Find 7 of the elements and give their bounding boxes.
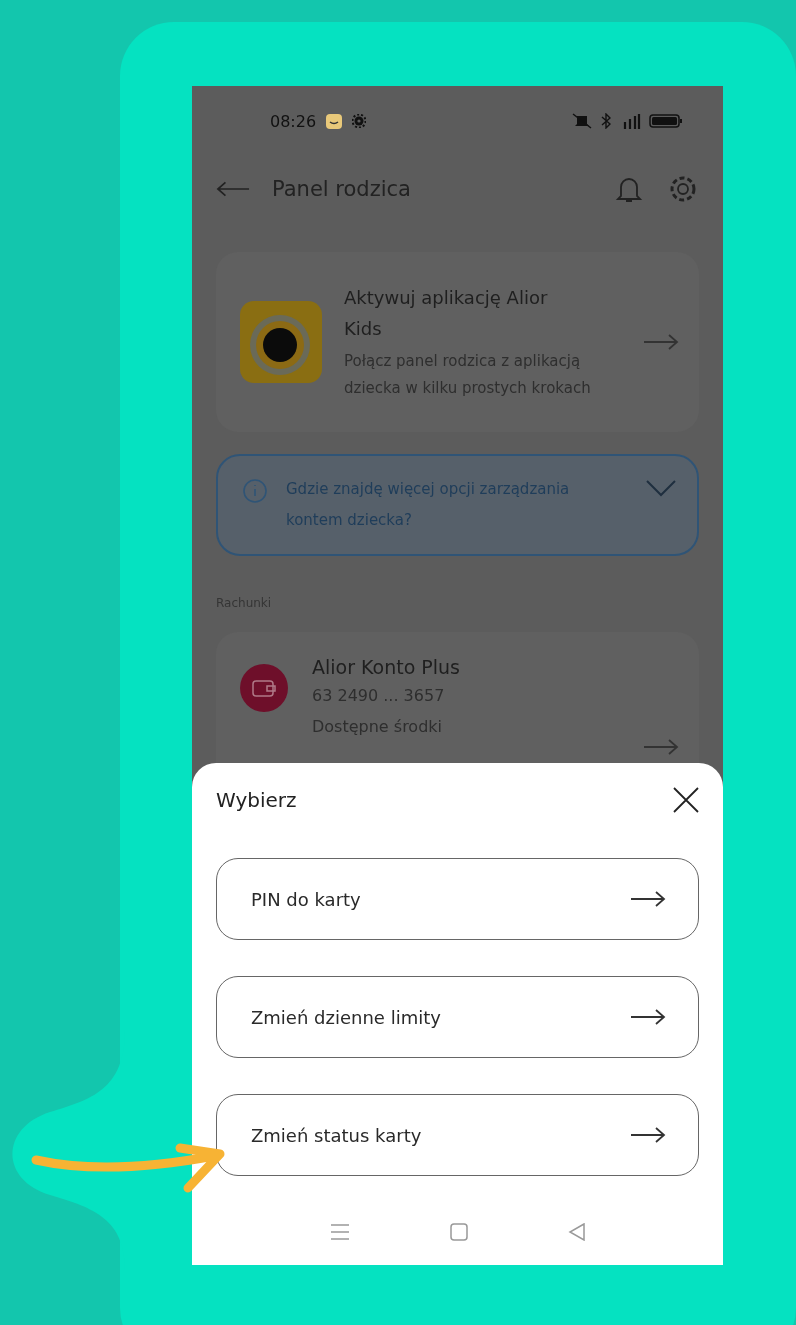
card-title: Aktywuj aplikację Alior Kids (344, 286, 549, 341)
status-time: 08:26 (270, 111, 317, 131)
option-button[interactable]: Zmień dzienne limity (216, 976, 699, 1058)
header-title: Panel rodzica (272, 177, 412, 201)
option-button[interactable]: PIN do karty (216, 858, 699, 940)
option-button[interactable]: Zmień status karty (216, 1094, 699, 1176)
account-name: Alior Konto Plus (312, 656, 461, 678)
